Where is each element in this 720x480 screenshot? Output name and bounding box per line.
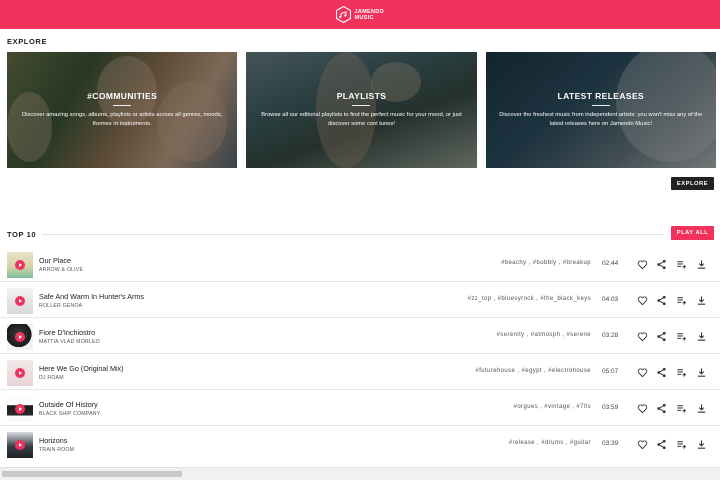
play-icon[interactable] — [15, 440, 25, 450]
download-icon[interactable] — [695, 438, 707, 450]
track-artist[interactable]: BLACK SHIP COMPANY — [39, 411, 100, 417]
share-icon[interactable] — [655, 258, 667, 270]
heart-icon[interactable] — [636, 294, 648, 306]
play-icon[interactable] — [15, 368, 25, 378]
track-artist[interactable]: ARROW & OLIVE — [39, 267, 83, 273]
track-tags[interactable]: #beachy , #bubbly , #breakup — [501, 260, 591, 266]
card-description: Discover the freshest music from indepen… — [499, 112, 703, 127]
track-artist[interactable]: MATTIA VLAD MORLEO — [39, 339, 100, 345]
card-title: #COMMUNITIES — [7, 91, 237, 106]
track-artist[interactable]: ROLLER GENOA — [39, 303, 82, 309]
play-all-button[interactable]: PLAY ALL — [671, 226, 714, 240]
track-title[interactable]: Safe And Warm In Hunter's Arms — [39, 292, 144, 301]
track-tags[interactable]: #serenity , #atmosph , #serene — [497, 332, 591, 338]
heart-icon[interactable] — [636, 402, 648, 414]
card-title: LATEST RELEASES — [486, 91, 716, 106]
track-artist[interactable]: DJ ROAM — [39, 375, 64, 381]
jamendo-logo[interactable]: JAMENDO MUSIC — [335, 6, 385, 23]
track-cover[interactable] — [7, 432, 33, 458]
track-cover[interactable] — [7, 360, 33, 386]
share-icon[interactable] — [655, 438, 667, 450]
track-list: Our Place ARROW & OLIVE #beachy , #bubbl… — [0, 246, 720, 462]
track-tags[interactable]: #release , #drums , #guitar — [509, 440, 591, 446]
heart-icon[interactable] — [636, 258, 648, 270]
track-duration: 03:39 — [602, 440, 619, 447]
track-title[interactable]: Horizons — [39, 436, 67, 445]
track-title[interactable]: Our Place — [39, 256, 71, 265]
add-to-queue-icon[interactable] — [675, 402, 687, 414]
add-to-queue-icon[interactable] — [675, 294, 687, 306]
track-artist[interactable]: TRAIN ROOM — [39, 447, 74, 453]
play-icon[interactable] — [15, 260, 25, 270]
add-to-queue-icon[interactable] — [675, 330, 687, 342]
card-latest-releases[interactable]: LATEST RELEASES Discover the freshest mu… — [485, 52, 716, 168]
logo-text: JAMENDO MUSIC — [354, 8, 385, 21]
track-duration: 05:07 — [602, 368, 619, 375]
share-icon[interactable] — [655, 402, 667, 414]
download-icon[interactable] — [695, 258, 707, 270]
add-to-queue-icon[interactable] — [675, 258, 687, 270]
play-icon[interactable] — [15, 332, 25, 342]
heart-icon[interactable] — [636, 438, 648, 450]
explore-heading: EXPLORE — [7, 37, 48, 46]
track-duration: 03:28 — [602, 332, 619, 339]
logo-icon — [335, 6, 351, 23]
track-duration: 03:59 — [602, 404, 619, 411]
horizontal-scrollbar[interactable] — [0, 467, 720, 480]
share-icon[interactable] — [655, 330, 667, 342]
track-tags[interactable]: #orgues , #vintage , #70s — [514, 404, 591, 410]
track-cover[interactable] — [7, 396, 33, 422]
track-cover[interactable] — [7, 288, 33, 314]
download-icon[interactable] — [695, 366, 707, 378]
track-title[interactable]: Outside Of History — [39, 400, 98, 409]
heart-icon[interactable] — [636, 330, 648, 342]
track-row[interactable]: Here We Go (Original Mix) DJ ROAM #futur… — [0, 354, 720, 390]
top-bar: JAMENDO MUSIC — [0, 0, 720, 29]
card-communities[interactable]: #COMMUNITIES Discover amazing songs, alb… — [7, 52, 238, 168]
play-icon[interactable] — [15, 404, 25, 414]
card-description: Browse all our editorial playlists to fi… — [261, 112, 462, 127]
track-tags[interactable]: #futurehouse , #egypt , #electrohouse — [475, 368, 591, 374]
explore-cards: #COMMUNITIES Discover amazing songs, alb… — [7, 52, 716, 168]
track-duration: 04:03 — [602, 296, 619, 303]
add-to-queue-icon[interactable] — [675, 366, 687, 378]
track-row[interactable]: Safe And Warm In Hunter's Arms ROLLER GE… — [0, 282, 720, 318]
track-cover[interactable] — [7, 252, 33, 278]
share-icon[interactable] — [655, 366, 667, 378]
download-icon[interactable] — [695, 294, 707, 306]
track-title[interactable]: Here We Go (Original Mix) — [39, 364, 124, 373]
download-icon[interactable] — [695, 330, 707, 342]
download-icon[interactable] — [695, 402, 707, 414]
track-title[interactable]: Fiore D'Inchiostro — [39, 328, 95, 337]
card-playlists[interactable]: PLAYLISTS Browse all our editorial playl… — [246, 52, 477, 168]
track-cover[interactable] — [7, 324, 33, 350]
card-title: PLAYLISTS — [246, 91, 476, 106]
track-row[interactable]: Our Place ARROW & OLIVE #beachy , #bubbl… — [0, 246, 720, 282]
top10-heading: TOP 10 — [7, 230, 37, 239]
track-tags[interactable]: #zz_top , #bluesyrock , #the_black_keys — [468, 296, 591, 302]
add-to-queue-icon[interactable] — [675, 438, 687, 450]
track-row[interactable]: Horizons TRAIN ROOM #release , #drums , … — [0, 426, 720, 462]
card-description: Discover amazing songs, albums, playlist… — [21, 112, 223, 127]
divider — [42, 234, 664, 235]
track-row[interactable]: Fiore D'Inchiostro MATTIA VLAD MORLEO #s… — [0, 318, 720, 354]
heart-icon[interactable] — [636, 366, 648, 378]
track-duration: 02:44 — [602, 260, 619, 267]
track-row[interactable]: Outside Of History BLACK SHIP COMPANY #o… — [0, 390, 720, 426]
play-icon[interactable] — [15, 296, 25, 306]
scrollbar-thumb[interactable] — [2, 471, 182, 477]
share-icon[interactable] — [655, 294, 667, 306]
explore-button[interactable]: EXPLORE — [671, 177, 714, 190]
